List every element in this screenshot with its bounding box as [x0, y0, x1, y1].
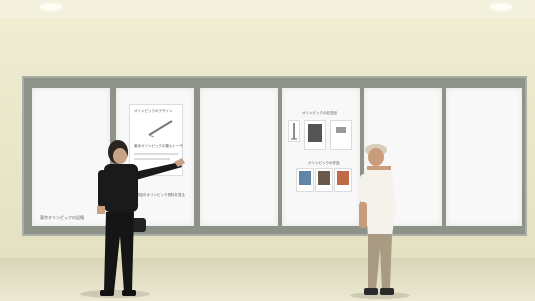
tower-image: [291, 123, 297, 140]
photo-image: [337, 171, 349, 185]
section-label: オリンピックの作品: [308, 161, 340, 165]
item-card[interactable]: [330, 120, 352, 150]
item-card[interactable]: [304, 120, 326, 150]
visitor-left: [97, 140, 185, 296]
photo-card[interactable]: [334, 168, 352, 192]
portrait-image: [308, 124, 322, 142]
panel-footer-text: 東京オリンピックの記憶: [40, 215, 84, 220]
photo-image: [299, 171, 311, 185]
ceiling-light: [490, 4, 512, 10]
card-title: オリンピックのデザイン: [134, 109, 173, 113]
photo-card[interactable]: [315, 168, 333, 192]
screen-panel-4[interactable]: オリンピックの記念品 オリンピックの作品: [282, 88, 360, 226]
ceiling-light: [40, 4, 62, 10]
screen-panel-6[interactable]: [446, 88, 522, 226]
exhibit-scene: 東京オリンピックの記憶 オリンピックのデザイン 東京オリンピックの聖火トーチ 前…: [0, 0, 535, 301]
photo-image: [318, 171, 330, 185]
visitor-right: [359, 144, 396, 295]
panel-title: オリンピックの記念品: [302, 111, 337, 115]
ceiling: [0, 0, 535, 18]
screen-panel-3[interactable]: [200, 88, 278, 226]
object-image: [336, 127, 346, 133]
photo-card[interactable]: [296, 168, 314, 192]
item-card[interactable]: [288, 120, 300, 142]
